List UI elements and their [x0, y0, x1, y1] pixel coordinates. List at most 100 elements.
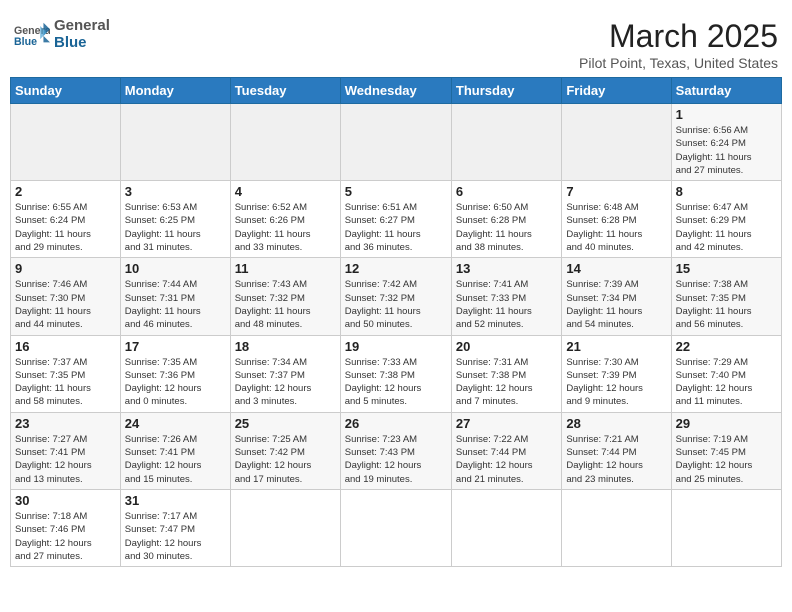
day-info: Sunrise: 7:39 AM Sunset: 7:34 PM Dayligh…	[566, 278, 666, 331]
calendar-cell: 31 Sunrise: 7:17 AM Sunset: 7:47 PM Dayli…	[120, 489, 230, 566]
logo-general-text: General	[54, 18, 110, 35]
day-info: Sunrise: 7:33 AM Sunset: 7:38 PM Dayligh…	[345, 356, 447, 409]
day-info: Sunrise: 6:52 AM Sunset: 6:26 PM Dayligh…	[235, 201, 336, 254]
week-row-3: 9 Sunrise: 7:46 AM Sunset: 7:30 PM Daylig…	[11, 258, 782, 335]
day-info: Sunrise: 6:53 AM Sunset: 6:25 PM Dayligh…	[125, 201, 226, 254]
calendar-cell: 1 Sunrise: 6:56 AM Sunset: 6:24 PM Daylig…	[671, 104, 781, 181]
calendar-cell: 4 Sunrise: 6:52 AM Sunset: 6:26 PM Daylig…	[230, 181, 340, 258]
calendar-cell: 27Sunrise: 7:22 AM Sunset: 7:44 PM Dayli…	[451, 412, 561, 489]
day-number: 25	[235, 416, 336, 431]
svg-text:Blue: Blue	[14, 35, 37, 47]
calendar-cell: 13 Sunrise: 7:41 AM Sunset: 7:33 PM Dayli…	[451, 258, 561, 335]
day-number: 6	[456, 184, 557, 199]
calendar-cell: 30 Sunrise: 7:18 AM Sunset: 7:46 PM Dayli…	[11, 489, 121, 566]
col-header-thursday: Thursday	[451, 78, 561, 104]
day-number: 4	[235, 184, 336, 199]
calendar-cell: 10 Sunrise: 7:44 AM Sunset: 7:31 PM Dayli…	[120, 258, 230, 335]
week-row-4: 16Sunrise: 7:37 AM Sunset: 7:35 PM Dayli…	[11, 335, 782, 412]
logo-blue-text: Blue	[54, 35, 110, 52]
calendar-cell	[11, 104, 121, 181]
calendar-cell	[230, 104, 340, 181]
day-number: 11	[235, 261, 336, 276]
calendar-cell: 21 Sunrise: 7:30 AM Sunset: 7:39 PM Dayli…	[562, 335, 671, 412]
day-number: 17	[125, 339, 226, 354]
calendar-cell	[562, 104, 671, 181]
day-info: Sunrise: 7:29 AM Sunset: 7:40 PM Dayligh…	[676, 356, 777, 409]
day-info: Sunrise: 6:51 AM Sunset: 6:27 PM Dayligh…	[345, 201, 447, 254]
day-number: 30	[15, 493, 116, 508]
day-info: Sunrise: 7:34 AM Sunset: 7:37 PM Dayligh…	[235, 356, 336, 409]
day-number: 13	[456, 261, 557, 276]
day-number: 9	[15, 261, 116, 276]
calendar-cell: 11 Sunrise: 7:43 AM Sunset: 7:32 PM Dayli…	[230, 258, 340, 335]
calendar-cell: 6Sunrise: 6:50 AM Sunset: 6:28 PM Daylig…	[451, 181, 561, 258]
day-number: 2	[15, 184, 116, 199]
day-info: Sunrise: 7:23 AM Sunset: 7:43 PM Dayligh…	[345, 433, 447, 486]
calendar-cell	[671, 489, 781, 566]
day-number: 31	[125, 493, 226, 508]
day-number: 29	[676, 416, 777, 431]
calendar-cell: 14Sunrise: 7:39 AM Sunset: 7:34 PM Dayli…	[562, 258, 671, 335]
calendar-header-row: SundayMondayTuesdayWednesdayThursdayFrid…	[11, 78, 782, 104]
calendar-cell	[120, 104, 230, 181]
calendar-cell	[230, 489, 340, 566]
day-info: Sunrise: 7:17 AM Sunset: 7:47 PM Dayligh…	[125, 510, 226, 563]
day-number: 28	[566, 416, 666, 431]
calendar-cell: 15 Sunrise: 7:38 AM Sunset: 7:35 PM Dayli…	[671, 258, 781, 335]
day-info: Sunrise: 6:55 AM Sunset: 6:24 PM Dayligh…	[15, 201, 116, 254]
calendar-cell: 26Sunrise: 7:23 AM Sunset: 7:43 PM Dayli…	[340, 412, 451, 489]
col-header-friday: Friday	[562, 78, 671, 104]
calendar-cell: 23Sunrise: 7:27 AM Sunset: 7:41 PM Dayli…	[11, 412, 121, 489]
week-row-5: 23Sunrise: 7:27 AM Sunset: 7:41 PM Dayli…	[11, 412, 782, 489]
day-number: 21	[566, 339, 666, 354]
day-number: 8	[676, 184, 777, 199]
calendar-cell: 17Sunrise: 7:35 AM Sunset: 7:36 PM Dayli…	[120, 335, 230, 412]
day-number: 7	[566, 184, 666, 199]
calendar-cell: 9 Sunrise: 7:46 AM Sunset: 7:30 PM Daylig…	[11, 258, 121, 335]
day-info: Sunrise: 7:22 AM Sunset: 7:44 PM Dayligh…	[456, 433, 557, 486]
calendar-cell: 8 Sunrise: 6:47 AM Sunset: 6:29 PM Daylig…	[671, 181, 781, 258]
day-info: Sunrise: 7:31 AM Sunset: 7:38 PM Dayligh…	[456, 356, 557, 409]
day-info: Sunrise: 7:19 AM Sunset: 7:45 PM Dayligh…	[676, 433, 777, 486]
day-info: Sunrise: 6:47 AM Sunset: 6:29 PM Dayligh…	[676, 201, 777, 254]
generalblue-logo-icon: General Blue	[14, 21, 50, 49]
calendar-cell: 28 Sunrise: 7:21 AM Sunset: 7:44 PM Dayli…	[562, 412, 671, 489]
calendar-cell: 22Sunrise: 7:29 AM Sunset: 7:40 PM Dayli…	[671, 335, 781, 412]
calendar-cell: 24Sunrise: 7:26 AM Sunset: 7:41 PM Dayli…	[120, 412, 230, 489]
calendar-cell: 20Sunrise: 7:31 AM Sunset: 7:38 PM Dayli…	[451, 335, 561, 412]
calendar-cell: 25 Sunrise: 7:25 AM Sunset: 7:42 PM Dayli…	[230, 412, 340, 489]
day-number: 15	[676, 261, 777, 276]
day-info: Sunrise: 7:21 AM Sunset: 7:44 PM Dayligh…	[566, 433, 666, 486]
calendar-cell: 3 Sunrise: 6:53 AM Sunset: 6:25 PM Daylig…	[120, 181, 230, 258]
day-number: 18	[235, 339, 336, 354]
calendar-cell: 5 Sunrise: 6:51 AM Sunset: 6:27 PM Daylig…	[340, 181, 451, 258]
day-info: Sunrise: 7:46 AM Sunset: 7:30 PM Dayligh…	[15, 278, 116, 331]
day-info: Sunrise: 6:56 AM Sunset: 6:24 PM Dayligh…	[676, 124, 777, 177]
day-info: Sunrise: 7:26 AM Sunset: 7:41 PM Dayligh…	[125, 433, 226, 486]
calendar-cell: 2 Sunrise: 6:55 AM Sunset: 6:24 PM Daylig…	[11, 181, 121, 258]
calendar-cell: 18 Sunrise: 7:34 AM Sunset: 7:37 PM Dayli…	[230, 335, 340, 412]
day-number: 10	[125, 261, 226, 276]
day-info: Sunrise: 7:18 AM Sunset: 7:46 PM Dayligh…	[15, 510, 116, 563]
day-info: Sunrise: 7:44 AM Sunset: 7:31 PM Dayligh…	[125, 278, 226, 331]
week-row-6: 30 Sunrise: 7:18 AM Sunset: 7:46 PM Dayli…	[11, 489, 782, 566]
day-number: 23	[15, 416, 116, 431]
col-header-monday: Monday	[120, 78, 230, 104]
day-info: Sunrise: 7:43 AM Sunset: 7:32 PM Dayligh…	[235, 278, 336, 331]
logo: General Blue General Blue	[14, 18, 110, 51]
title-area: March 2025 Pilot Point, Texas, United St…	[579, 18, 778, 71]
day-number: 5	[345, 184, 447, 199]
col-header-sunday: Sunday	[11, 78, 121, 104]
calendar-cell	[451, 104, 561, 181]
calendar-table: SundayMondayTuesdayWednesdayThursdayFrid…	[10, 77, 782, 567]
page-header: General Blue General Blue March 2025 Pil…	[10, 10, 782, 77]
calendar-cell: 29 Sunrise: 7:19 AM Sunset: 7:45 PM Dayli…	[671, 412, 781, 489]
day-info: Sunrise: 7:41 AM Sunset: 7:33 PM Dayligh…	[456, 278, 557, 331]
day-number: 19	[345, 339, 447, 354]
day-info: Sunrise: 7:25 AM Sunset: 7:42 PM Dayligh…	[235, 433, 336, 486]
day-number: 3	[125, 184, 226, 199]
day-number: 1	[676, 107, 777, 122]
location-subtitle: Pilot Point, Texas, United States	[579, 55, 778, 71]
day-info: Sunrise: 7:30 AM Sunset: 7:39 PM Dayligh…	[566, 356, 666, 409]
day-info: Sunrise: 7:38 AM Sunset: 7:35 PM Dayligh…	[676, 278, 777, 331]
